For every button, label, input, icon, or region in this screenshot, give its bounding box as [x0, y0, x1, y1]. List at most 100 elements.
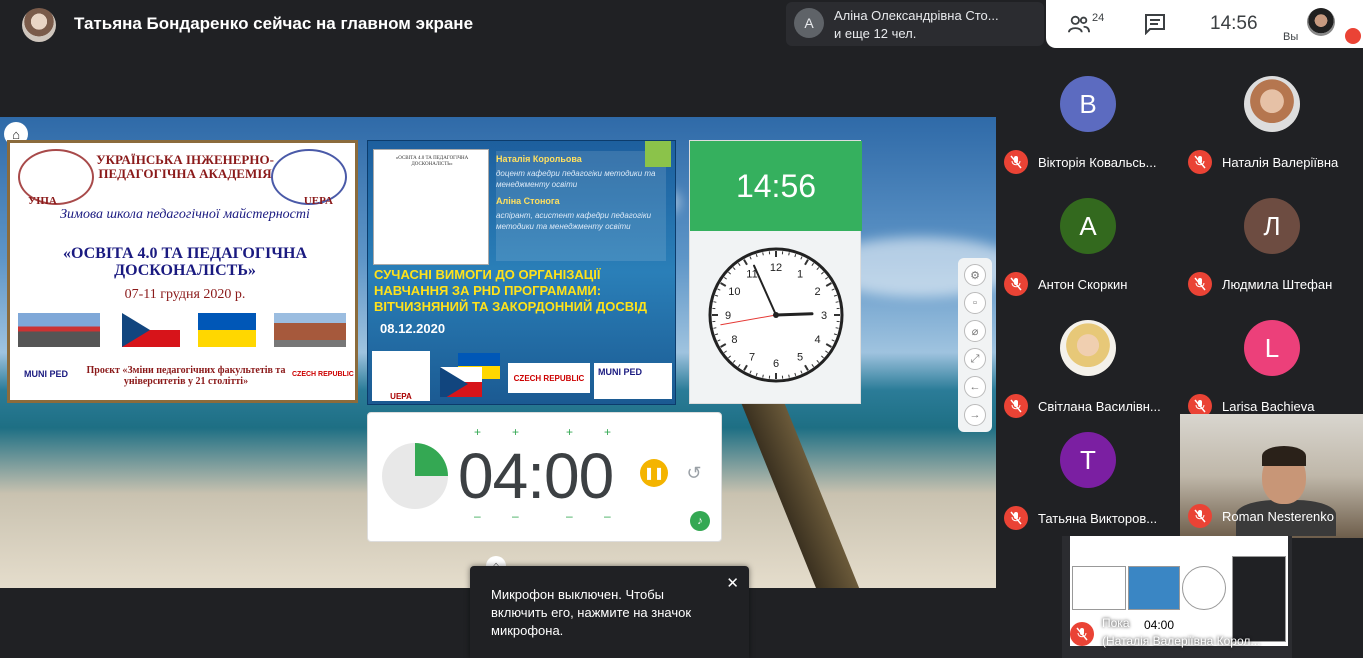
seconds-tens-plus[interactable]: + — [566, 425, 573, 439]
speaker-more-count: и еще 12 чел. — [834, 26, 917, 41]
clock-tick — [835, 301, 839, 303]
clock-number: 10 — [728, 286, 740, 298]
uepa-label: UEPA — [303, 195, 333, 207]
mic-off-icon — [1188, 272, 1212, 296]
participant-video-tile[interactable]: Roman Nesterenko — [1180, 414, 1363, 538]
mic-off-icon — [1004, 506, 1028, 530]
participant-avatar: А — [1060, 198, 1116, 254]
project-title: Проєкт «Зміни педагогічних факультетів т… — [86, 365, 286, 387]
authors-box: Наталія Корольова доцент кафедри педагог… — [496, 151, 666, 261]
participant-avatar: В — [1060, 76, 1116, 132]
participant-tile[interactable]: Наталія Валеріївна — [1180, 62, 1363, 184]
minutes-ones-minus[interactable]: – — [512, 509, 519, 523]
clock-number: 12 — [770, 262, 782, 274]
close-icon[interactable]: ✕ — [726, 574, 739, 592]
slide-thumbnail: «ОСВІТА 4.0 ТА ПЕДАГОГІЧНА ДОСКОНАЛІСТЬ» — [373, 149, 489, 265]
clock-tick — [713, 327, 717, 329]
mic-off-icon — [1188, 504, 1212, 528]
hour-hand — [774, 312, 814, 317]
mic-off-icon — [1004, 394, 1028, 418]
preview-slide — [1072, 566, 1126, 610]
participant-name: Татьяна Викторов... — [1038, 511, 1158, 526]
meeting-clock: 14:56 — [1210, 13, 1258, 34]
fullscreen-icon[interactable]: ⤢ — [964, 348, 986, 370]
author-2: Аліна Стонога — [496, 196, 560, 206]
speaker-avatar: А — [794, 8, 824, 38]
participant-photo — [1244, 76, 1300, 132]
preview-clock — [1182, 566, 1226, 610]
czech-flag — [122, 313, 180, 347]
participant-tile[interactable]: Л Людмила Штефан — [1180, 184, 1363, 306]
mic-off-icon — [1188, 150, 1212, 174]
timer-digits: 04:00 — [458, 440, 614, 512]
participant-name: Світлана Василівн... — [1038, 399, 1161, 414]
clock-widget: 14:56 12 1 2 3 4 5 6 7 8 9 10 11 — [689, 140, 862, 404]
participant-tile[interactable]: В Вікторія Ковальсь... — [996, 62, 1179, 184]
participant-tile[interactable]: А Антон Скоркин — [996, 184, 1179, 306]
minutes-tens-plus[interactable]: + — [474, 425, 481, 439]
clock-number: 8 — [731, 334, 737, 346]
participant-name: Людмила Штефан — [1222, 277, 1333, 292]
presenting-title: Татьяна Бондаренко сейчас на главном экр… — [74, 14, 474, 33]
participant-avatar: Л — [1244, 198, 1300, 254]
seconds-ones-minus[interactable]: – — [604, 509, 611, 523]
clock-number: 5 — [797, 352, 803, 364]
chat-icon[interactable] — [1144, 13, 1166, 35]
conference-dates: 07-11 грудня 2020 р. — [124, 287, 246, 302]
reset-icon[interactable]: ↺ — [682, 461, 706, 485]
participant-video-hair — [1262, 446, 1306, 466]
preview-label: Пока — [1102, 616, 1130, 630]
toast-message: Микрофон выключен. Чтобы включить его, н… — [491, 587, 692, 638]
self-preview[interactable]: 04:00 Пока (Наталія Валеріївна Корол... — [1062, 536, 1292, 658]
conference-title: «ОСВІТА 4.0 ТА ПЕДАГОГІЧНА ДОСКОНАЛІСТЬ» — [62, 245, 307, 279]
participant-tile[interactable]: Світлана Василівн... — [996, 306, 1179, 428]
talk-date: 08.12.2020 — [380, 321, 446, 336]
clock-tick — [713, 301, 717, 303]
arrow-left-icon[interactable]: ← — [964, 376, 986, 398]
hide-icon[interactable]: ⌀ — [964, 320, 986, 342]
mic-off-icon — [1070, 622, 1094, 646]
whiteboard-toolbar: ⚙ ▫ ⌀ ⤢ ← → — [958, 258, 992, 432]
settings-icon[interactable]: ⚙ — [964, 264, 986, 286]
school-title: Зимова школа педагогічної майстерності — [60, 207, 310, 222]
seconds-ones-plus[interactable]: + — [604, 425, 611, 439]
talk-title: Сучасні вимоги до організації навчання з… — [374, 267, 648, 314]
self-tile-mini[interactable]: Вы — [1277, 0, 1363, 48]
clock-center — [773, 312, 779, 318]
czech-republic-logo: CZECH REPUBLIC — [508, 363, 590, 393]
clock-number: 7 — [749, 352, 755, 364]
participant-avatar: Т — [1060, 432, 1116, 488]
participant-name: Larisa Bachieva — [1222, 399, 1315, 414]
clock-number: 9 — [725, 310, 731, 322]
ukraine-flag — [198, 313, 256, 347]
participant-name: Антон Скоркин — [1038, 277, 1128, 292]
speaker-name: Аліна Олександрівна Сто... — [834, 8, 999, 23]
countdown-timer: + + + + 04:00 – – – – ❚❚ ↺ ♪ — [367, 412, 722, 542]
clock-number: 6 — [773, 358, 779, 370]
participant-tile[interactable]: L Larisa Bachieva — [1180, 306, 1363, 428]
participant-name: Roman Nesterenko — [1222, 509, 1334, 524]
minutes-ones-plus[interactable]: + — [512, 425, 519, 439]
mic-off-icon — [1004, 272, 1028, 296]
clock-tick — [788, 252, 790, 256]
self-avatar — [1307, 8, 1335, 36]
campus-photo — [18, 313, 100, 347]
pause-icon[interactable]: ❚❚ — [640, 459, 668, 487]
clock-number: 4 — [815, 334, 821, 346]
participant-name: Наталія Валеріївна — [1222, 155, 1339, 170]
participant-tile[interactable]: Т Татьяна Викторов... — [996, 418, 1179, 540]
save-icon[interactable]: ▫ — [964, 292, 986, 314]
active-speakers-chip[interactable]: А Аліна Олександрівна Сто... и еще 12 че… — [786, 2, 1044, 46]
author-1: Наталія Корольова — [496, 154, 582, 164]
people-button[interactable]: 24 — [1068, 12, 1108, 36]
seconds-tens-minus[interactable]: – — [566, 509, 573, 523]
slide-winter-school: УІПА UEPA УКРАЇНСЬКА ІНЖЕНЕРНО-ПЕДАГОГІЧ… — [7, 140, 358, 403]
czech-republic-logo: CZECH REPUBLIC — [292, 371, 354, 378]
minutes-tens-minus[interactable]: – — [474, 509, 481, 523]
mic-off-icon — [1004, 150, 1028, 174]
presenter-avatar — [22, 8, 56, 42]
music-icon[interactable]: ♪ — [690, 511, 710, 531]
author-2-role: аспірант, асистент кафедри педагогіки ме… — [496, 211, 652, 231]
clock-number: 3 — [821, 310, 827, 322]
arrow-right-icon[interactable]: → — [964, 404, 986, 426]
